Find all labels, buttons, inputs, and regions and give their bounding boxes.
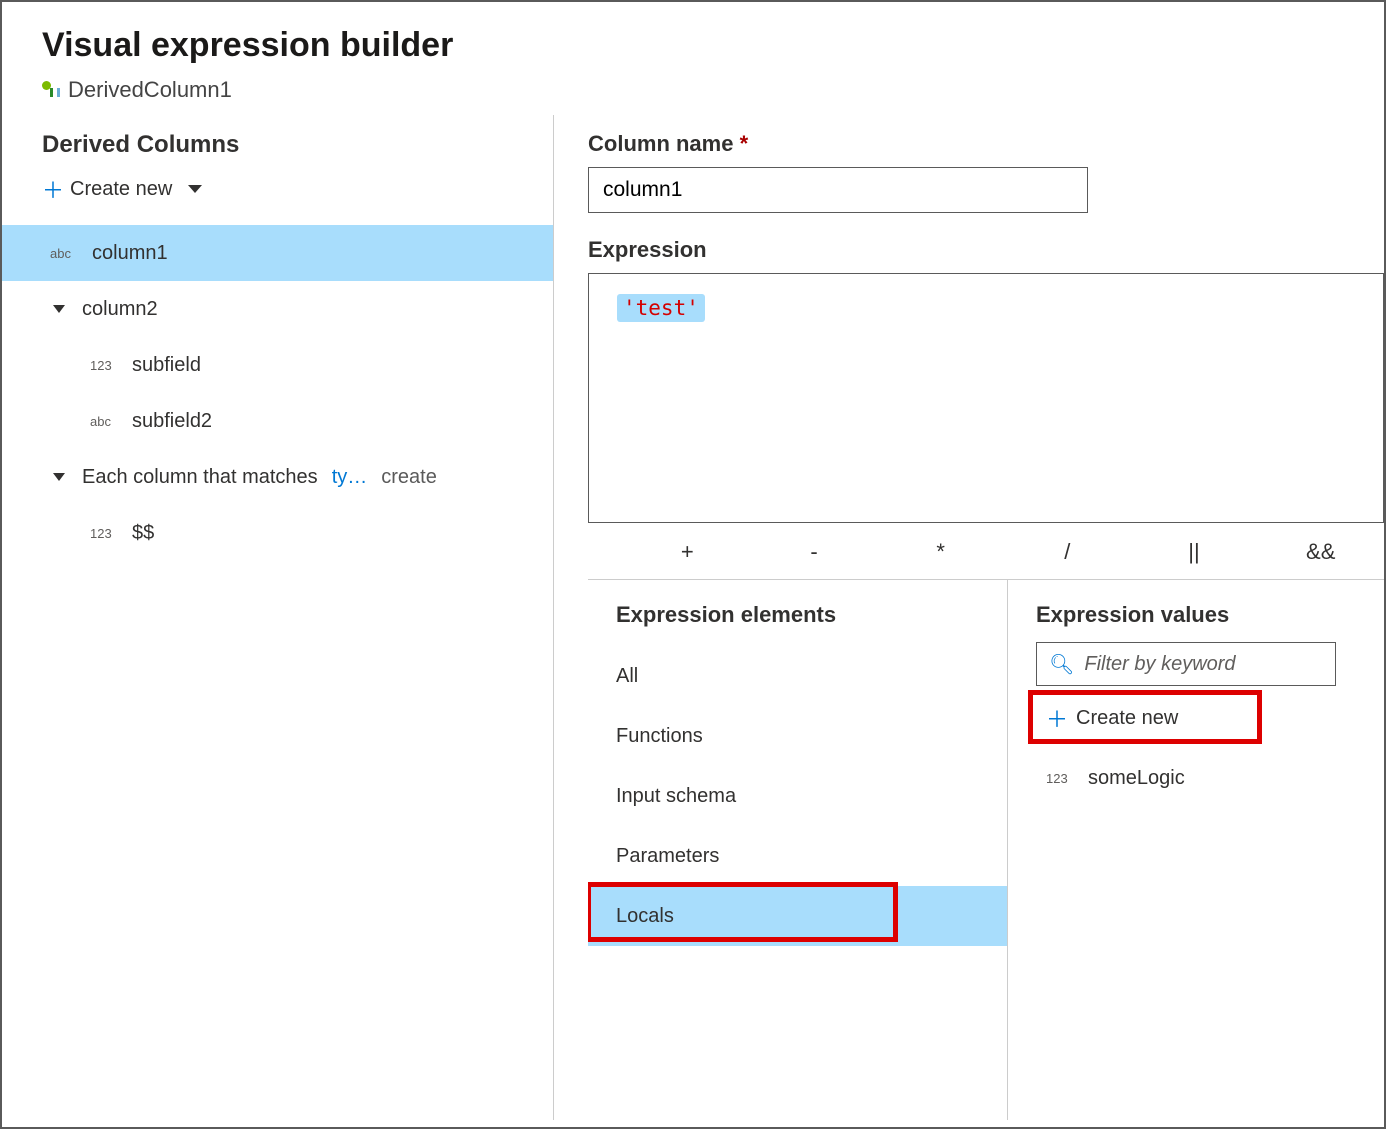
expression-editor[interactable]: 'test' (588, 273, 1384, 523)
tree-item-label-link[interactable]: ty… (332, 466, 368, 489)
filter-placeholder: Filter by keyword (1084, 653, 1235, 676)
type-badge-123: 123 (90, 526, 118, 541)
node-row: DerivedColumn1 (42, 77, 1344, 103)
tree-item-label: $$ (132, 522, 154, 545)
create-label: Create new (70, 178, 172, 201)
element-parameters[interactable]: Parameters (588, 826, 1007, 886)
type-badge-abc: abc (50, 246, 78, 261)
type-badge-abc: abc (90, 414, 118, 429)
tree-item-dollardollar[interactable]: 123 $$ (2, 505, 553, 561)
value-item-somelogic[interactable]: 123 someLogic (1036, 752, 1384, 804)
element-locals[interactable]: Locals (588, 886, 1007, 946)
operator-and[interactable]: && (1257, 539, 1384, 565)
type-badge-123: 123 (1046, 771, 1074, 786)
operator-or[interactable]: || (1131, 539, 1258, 565)
plus-icon: ＋ (42, 173, 60, 205)
create-new-column-button[interactable]: ＋ Create new (2, 169, 553, 225)
highlight-box (588, 882, 898, 942)
create-new-local-button[interactable]: ＋ Create new (1036, 692, 1276, 744)
column-name-label: Column name * (588, 131, 1384, 157)
page-title: Visual expression builder (42, 26, 1344, 65)
tree-item-label: subfield (132, 354, 201, 377)
operator-row: + - * / || && (588, 523, 1384, 580)
operator-plus[interactable]: + (624, 539, 751, 565)
value-label: someLogic (1088, 767, 1185, 790)
element-input-schema[interactable]: Input schema (588, 766, 1007, 826)
tree-item-label-pre: Each column that matches (82, 466, 318, 489)
search-icon: 🔍︎ (1049, 652, 1074, 677)
type-badge-123: 123 (90, 358, 118, 373)
expression-elements-title: Expression elements (588, 602, 1007, 646)
tree-item-label: subfield2 (132, 410, 212, 433)
tree-item-label: column1 (92, 242, 168, 265)
tree-item-pattern[interactable]: Each column that matches ty… create (2, 449, 553, 505)
column-name-input[interactable] (588, 167, 1088, 213)
expression-values-panel: Expression values 🔍︎ Filter by keyword ＋… (1008, 580, 1384, 1120)
chevron-down-icon (53, 305, 65, 313)
tree-item-subfield2[interactable]: abc subfield2 (2, 393, 553, 449)
derived-columns-panel: Derived Columns ＋ Create new abc column1… (2, 115, 554, 1120)
required-indicator: * (740, 131, 749, 156)
operator-minus[interactable]: - (751, 539, 878, 565)
element-functions[interactable]: Functions (588, 706, 1007, 766)
tree-item-subfield[interactable]: 123 subfield (2, 337, 553, 393)
header: Visual expression builder DerivedColumn1 (2, 2, 1384, 115)
expression-panel: Column name * Expression 'test' + - * / … (554, 115, 1384, 1120)
node-name: DerivedColumn1 (68, 77, 232, 103)
tree-item-label: column2 (82, 298, 158, 321)
expression-label: Expression (588, 237, 1384, 263)
chevron-down-icon (53, 473, 65, 481)
expression-token[interactable]: 'test' (617, 294, 705, 322)
derived-column-icon (42, 81, 60, 99)
chevron-down-icon (188, 185, 202, 193)
tree-item-label-post: create (381, 466, 437, 489)
tree-item-column1[interactable]: abc column1 (2, 225, 553, 281)
operator-multiply[interactable]: * (877, 539, 1004, 565)
operator-divide[interactable]: / (1004, 539, 1131, 565)
element-all[interactable]: All (588, 646, 1007, 706)
columns-tree: abc column1 column2 123 subfield abc sub… (2, 225, 553, 561)
tree-item-column2[interactable]: column2 (2, 281, 553, 337)
expand-toggle[interactable] (50, 305, 68, 313)
derived-columns-title: Derived Columns (2, 125, 553, 169)
highlight-box (1028, 690, 1262, 744)
filter-input[interactable]: 🔍︎ Filter by keyword (1036, 642, 1336, 686)
expression-values-title: Expression values (1036, 602, 1384, 628)
expand-toggle[interactable] (50, 473, 68, 481)
expression-elements-panel: Expression elements All Functions Input … (588, 580, 1008, 1120)
